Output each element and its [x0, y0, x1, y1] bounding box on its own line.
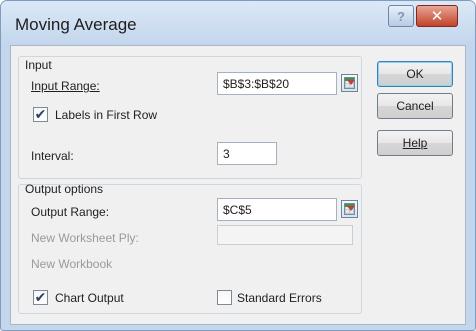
ok-button[interactable]: OK — [377, 61, 453, 87]
labels-first-row-checkbox[interactable]: ✔ — [33, 107, 48, 122]
output-section-label: Output options — [25, 182, 104, 196]
new-workbook-label: New Workbook — [31, 257, 113, 271]
input-range-collapse-button[interactable] — [341, 74, 358, 92]
interval-label: Interval: — [31, 149, 74, 163]
standard-errors-label[interactable]: Standard Errors — [237, 291, 322, 305]
output-range-label[interactable]: Output Range: — [31, 205, 109, 219]
input-range-label: Input Range: — [31, 79, 100, 93]
help-button-label: Help — [402, 136, 428, 150]
output-range-collapse-button[interactable] — [341, 200, 358, 218]
title-bar[interactable]: Moving Average ? ✕ — [1, 1, 475, 45]
arrow-down-icon — [347, 80, 355, 85]
standard-errors-checkbox[interactable] — [217, 290, 232, 305]
checkmark-icon: ✔ — [34, 106, 47, 122]
dialog-title: Moving Average — [15, 15, 137, 34]
close-icon: ✕ — [430, 8, 444, 25]
input-range-field[interactable]: $B$3:$B$20 — [217, 72, 337, 95]
new-worksheet-ply-field — [217, 225, 353, 245]
checkmark-icon: ✔ — [34, 289, 47, 305]
chart-output-label[interactable]: Chart Output — [55, 291, 124, 305]
input-range-label-text: Input Range: — [31, 79, 100, 93]
arrow-down-icon — [347, 206, 355, 211]
input-section-label: Input — [25, 58, 52, 72]
dialog-window: Moving Average ? ✕ Input Input Range: $B… — [0, 0, 476, 331]
interval-field[interactable]: 3 — [217, 142, 277, 165]
help-button[interactable]: Help — [377, 130, 453, 156]
chart-output-checkbox[interactable]: ✔ — [33, 290, 48, 305]
labels-first-row-label[interactable]: Labels in First Row — [55, 108, 157, 122]
new-worksheet-ply-label: New Worksheet Ply: — [31, 231, 139, 245]
close-button[interactable]: ✕ — [416, 5, 458, 27]
question-icon: ? — [397, 8, 405, 24]
title-help-button[interactable]: ? — [388, 5, 414, 27]
output-range-field[interactable]: $C$5 — [217, 198, 337, 221]
cancel-button[interactable]: Cancel — [377, 93, 453, 119]
dialog-body: Input Input Range: $B$3:$B$20 ✔ Labels i… — [10, 45, 466, 325]
